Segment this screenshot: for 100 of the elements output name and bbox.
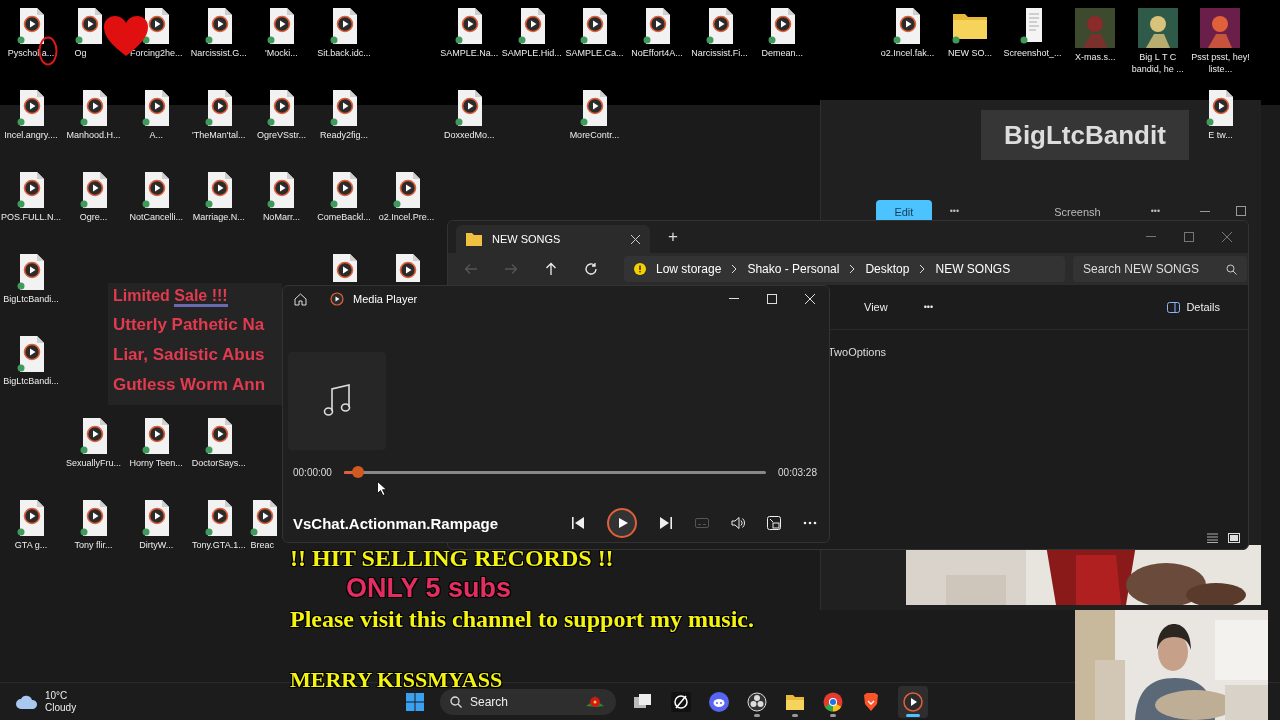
- video-file-icon[interactable]: [17, 336, 45, 372]
- miniplayer-icon[interactable]: [767, 516, 781, 530]
- video-file-icon[interactable]: [643, 8, 671, 44]
- play-button[interactable]: [607, 508, 637, 538]
- file-name: Horny Teen...: [129, 457, 183, 469]
- video-file-icon[interactable]: [17, 90, 45, 126]
- video-file-icon[interactable]: [330, 254, 358, 282]
- video-file-icon[interactable]: [517, 8, 546, 44]
- video-file-icon[interactable]: [580, 8, 609, 44]
- video-file-icon[interactable]: [768, 8, 797, 44]
- folder-icon[interactable]: [785, 692, 805, 712]
- video-file-icon[interactable]: [79, 90, 108, 126]
- maximize-icon[interactable]: [1236, 206, 1246, 216]
- details-view-icon[interactable]: [1207, 533, 1218, 543]
- weather-condition: Cloudy: [45, 702, 77, 714]
- more-button[interactable]: •••: [923, 302, 934, 312]
- video-file-icon[interactable]: [204, 500, 233, 536]
- breadcrumb-item[interactable]: Desktop: [865, 262, 910, 276]
- folder-tab[interactable]: NEW SONGS: [456, 225, 650, 253]
- chevron-icon: [919, 264, 926, 274]
- video-file-icon[interactable]: [17, 172, 45, 208]
- video-file-icon[interactable]: [250, 500, 279, 536]
- volume-icon[interactable]: [731, 516, 745, 530]
- video-file-icon[interactable]: [142, 418, 171, 454]
- video-file-icon[interactable]: [267, 90, 296, 126]
- more-button[interactable]: •••: [949, 206, 960, 216]
- view-button[interactable]: View: [858, 300, 894, 314]
- file-name: Incel.angry....: [4, 129, 58, 141]
- edit-button[interactable]: Edit: [876, 200, 932, 220]
- video-file-icon[interactable]: [17, 500, 45, 536]
- slashed-circle-icon[interactable]: [671, 692, 691, 712]
- video-file-icon[interactable]: [705, 8, 734, 44]
- video-file-icon[interactable]: [392, 172, 421, 208]
- minimize-icon[interactable]: [1200, 211, 1211, 213]
- video-file-icon[interactable]: [330, 8, 358, 44]
- video-file-icon[interactable]: [79, 172, 108, 208]
- more-button[interactable]: •••: [1150, 206, 1161, 216]
- next-icon[interactable]: [659, 516, 673, 530]
- video-file-icon[interactable]: [17, 254, 45, 290]
- video-file-icon[interactable]: [330, 172, 358, 208]
- video-file-icon[interactable]: [580, 90, 609, 126]
- tiles-view-icon[interactable]: [1228, 533, 1240, 543]
- video-file-icon[interactable]: [142, 90, 171, 126]
- video-file-icon[interactable]: [267, 8, 296, 44]
- recorder-icon[interactable]: [747, 692, 767, 712]
- video-file-icon[interactable]: [455, 8, 484, 44]
- refresh-icon[interactable]: [584, 262, 598, 276]
- headline-text: !! HIT SELLING RECORDS !!: [290, 545, 614, 572]
- duration-time: 00:03:28: [778, 466, 817, 478]
- file-name: NoEffort4A...: [631, 47, 683, 59]
- file-name: MoreContr...: [569, 129, 620, 141]
- address-bar[interactable]: Low storage Shako - Personal Desktop NEW SONGS: [624, 256, 1065, 282]
- file-name: Og: [74, 47, 87, 59]
- search-box[interactable]: Search NEW SONGS: [1073, 256, 1247, 282]
- video-file-icon[interactable]: [204, 172, 233, 208]
- video-file-icon[interactable]: [267, 172, 296, 208]
- breadcrumb-item[interactable]: NEW SONGS: [935, 262, 1011, 276]
- video-file-icon[interactable]: [893, 8, 922, 44]
- file-name: Manhood.H...: [66, 129, 121, 141]
- storage-warning[interactable]: Low storage: [656, 262, 722, 276]
- file-name[interactable]: TwoOptions: [828, 346, 887, 358]
- search-box[interactable]: Search: [440, 689, 616, 715]
- new-tab-button[interactable]: +: [662, 226, 684, 248]
- browser-icon[interactable]: [823, 692, 843, 712]
- video-file-icon[interactable]: [142, 500, 171, 536]
- video-file-icon[interactable]: [204, 418, 233, 454]
- minimize-icon[interactable]: [729, 298, 739, 300]
- video-file-icon[interactable]: [17, 8, 45, 44]
- video-file-icon[interactable]: [204, 8, 233, 44]
- file-name: o2.Incel.fak...: [880, 47, 935, 59]
- video-file-icon[interactable]: [74, 8, 103, 44]
- search-input[interactable]: Search NEW SONGS: [1083, 262, 1226, 276]
- video-file-icon[interactable]: [142, 8, 171, 44]
- up-arrow-icon[interactable]: [544, 262, 558, 276]
- details-button[interactable]: Details: [1161, 300, 1226, 314]
- search-input[interactable]: Search: [470, 695, 576, 709]
- breadcrumb-item[interactable]: Shako - Personal: [747, 262, 840, 276]
- file-name: Ogre...: [79, 211, 108, 223]
- chevron-icon: [849, 264, 856, 274]
- warning-icon: [634, 263, 646, 275]
- close-icon[interactable]: [631, 234, 640, 244]
- video-file-icon[interactable]: [79, 500, 108, 536]
- file-name: Breac: [250, 539, 274, 551]
- previous-icon[interactable]: [571, 516, 585, 530]
- file-name: 'Mocki...: [265, 47, 298, 59]
- file-name: OgreVSstr...: [256, 129, 306, 141]
- video-file-icon[interactable]: [142, 172, 171, 208]
- video-file-icon[interactable]: [1206, 90, 1235, 126]
- chat-app-icon[interactable]: [709, 692, 729, 712]
- video-file-icon[interactable]: [330, 90, 358, 126]
- media-player-icon[interactable]: [903, 692, 923, 712]
- file-name: BigLtcBandi...: [3, 375, 59, 387]
- start-icon[interactable]: [406, 693, 424, 711]
- video-file-icon[interactable]: [455, 90, 484, 126]
- video-file-icon[interactable]: [79, 418, 108, 454]
- seek-bar[interactable]: [343, 466, 767, 478]
- video-file-icon[interactable]: [204, 90, 233, 126]
- search-icon: [1226, 263, 1237, 275]
- home-icon[interactable]: [294, 292, 307, 306]
- file-name: Tony flir...: [74, 539, 113, 551]
